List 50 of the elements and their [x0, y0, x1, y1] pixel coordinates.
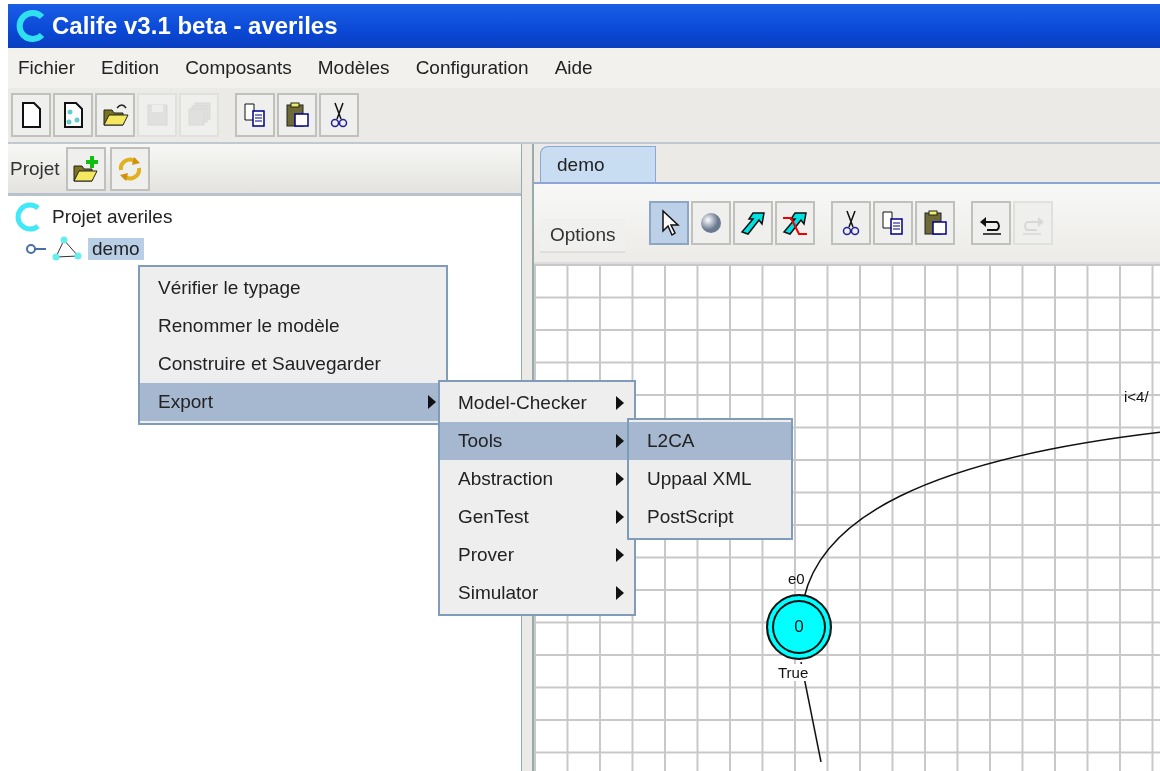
add-folder-icon — [71, 153, 100, 184]
open-button[interactable] — [95, 93, 135, 137]
menu-item[interactable]: Vérifier le typage — [140, 269, 446, 307]
transition-button[interactable] — [733, 201, 774, 245]
menu[interactable]: Edition — [101, 57, 160, 79]
menu-item[interactable]: L2CA — [629, 422, 791, 460]
menu-item[interactable]: Uppaal XML — [629, 460, 791, 498]
cut-button[interactable] — [319, 93, 359, 137]
tab[interactable]: demo — [540, 146, 656, 182]
transition-label: i<4/ — [1124, 388, 1149, 405]
panel-label: Projet — [10, 157, 60, 180]
cut-button[interactable] — [831, 201, 872, 245]
state-invariant: True — [778, 664, 809, 681]
menu-item[interactable]: Prover — [440, 536, 634, 574]
add-folder-button[interactable] — [65, 146, 106, 191]
menu-item[interactable]: Renommer le modèle — [140, 307, 446, 345]
menu-item[interactable]: PostScript — [629, 498, 791, 536]
window-title: Calife v3.1 beta - averiles — [52, 12, 338, 40]
copy-button[interactable] — [873, 201, 914, 245]
submenu-arrow-icon — [616, 586, 624, 600]
submenu-arrow-icon — [616, 510, 624, 524]
transition-delete-button[interactable] — [775, 201, 816, 245]
new-button[interactable] — [11, 93, 51, 137]
pointer-button[interactable] — [649, 201, 690, 245]
state-button[interactable] — [691, 201, 732, 245]
tree-item[interactable]: demo — [88, 238, 144, 260]
graph-icon — [52, 236, 84, 262]
submenu-arrow-icon — [428, 395, 436, 409]
menu[interactable]: Modèles — [317, 57, 390, 79]
paste-button[interactable] — [277, 93, 317, 137]
copy-button[interactable] — [235, 93, 275, 137]
menu[interactable]: Composants — [185, 57, 292, 79]
menu-item[interactable]: Construire et Sauvegarder — [140, 345, 446, 383]
submenu-arrow-icon — [616, 548, 624, 562]
model-button[interactable] — [53, 93, 93, 137]
menu[interactable]: Fichier — [18, 57, 75, 79]
paste-button[interactable] — [915, 201, 956, 245]
state-node[interactable]: 0 — [766, 594, 832, 660]
tree-item[interactable]: Projet averiles — [48, 206, 177, 228]
clipboard-icon — [921, 208, 950, 238]
tree-handle-icon[interactable] — [26, 242, 48, 256]
menu[interactable]: Aide — [554, 57, 593, 79]
undo-button[interactable] — [971, 201, 1012, 245]
state-name: e0 — [788, 570, 805, 587]
menu[interactable]: Configuration — [415, 57, 529, 79]
submenu-arrow-icon — [616, 396, 624, 410]
menu-item[interactable]: Simulator — [440, 574, 634, 612]
submenu-arrow-icon — [616, 434, 624, 448]
submenu-arrow-icon — [616, 472, 624, 486]
clipboard-icon — [283, 100, 311, 130]
